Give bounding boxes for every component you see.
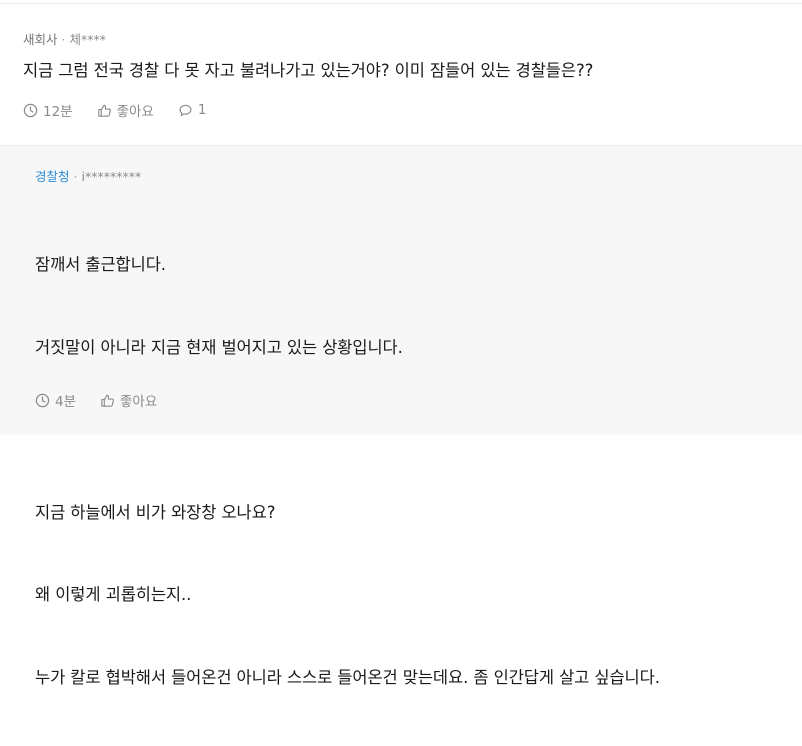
comment-user-id: 체****: [69, 32, 107, 47]
clock-icon: [23, 103, 38, 117]
comment-author[interactable]: 새회사: [23, 32, 58, 47]
reply-line: 거짓말이 아니라 지금 현재 벌어지고 있는 상황입니다.: [35, 337, 403, 357]
reply-line: 누가 칼로 협박해서 들어온건 아니라 스스로 들어온건 맞는데요. 좀 인간답…: [35, 667, 660, 687]
comment-actions: 12분 좋아요 1: [23, 100, 230, 120]
comment-meta: 새회사 · 체****: [23, 29, 106, 48]
meta-separator: ·: [73, 169, 78, 184]
reply-like-button[interactable]: 좋아요: [100, 390, 157, 410]
clock-icon: [35, 393, 50, 407]
speech-bubble-icon: [179, 104, 192, 116]
reply-text: 잠깨서 출근합니다. 거짓말이 아니라 지금 현재 벌어지고 있는 상황입니다.…: [35, 196, 660, 746]
reply-time: 4분: [35, 390, 76, 410]
comment-time-label: 12분: [43, 104, 73, 120]
reply-line: 잠깨서 출근합니다.: [35, 255, 166, 274]
reply-like-label: 좋아요: [120, 394, 158, 410]
reply-line: 왜 이렇게 괴롭히는지..: [35, 585, 192, 604]
reply-line: 지금 하늘에서 비가 와장창 오나요?: [35, 502, 276, 522]
like-label: 좋아요: [116, 104, 154, 120]
reply-user-id: i*********: [81, 169, 142, 184]
reply-meta: 경찰청 · i*********: [35, 166, 141, 185]
reply-author[interactable]: 경찰청: [35, 169, 70, 184]
reply-button[interactable]: 1: [178, 102, 207, 118]
comment-text: 지금 그럼 전국 경찰 다 못 자고 불려나가고 있는거야? 이미 잠들어 있는…: [23, 61, 594, 80]
reply-item: 경찰청 · i********* 잠깨서 출근합니다. 거짓말이 아니라 지금 현재…: [0, 145, 802, 687]
reply-line: [35, 416, 660, 444]
meta-separator: ·: [61, 32, 66, 47]
reply-count: 1: [197, 102, 207, 118]
reply-time-label: 4분: [55, 394, 77, 410]
like-button[interactable]: 좋아요: [97, 100, 154, 120]
reply-actions: 4분 좋아요: [35, 390, 181, 410]
thumbs-up-icon: [101, 394, 114, 407]
comment-time: 12분: [23, 100, 73, 120]
thumbs-up-icon: [97, 104, 111, 117]
comment-item: 새회사 · 체**** 지금 그럼 전국 경찰 다 못 자고 불려나가고 있는거야?…: [0, 4, 802, 144]
